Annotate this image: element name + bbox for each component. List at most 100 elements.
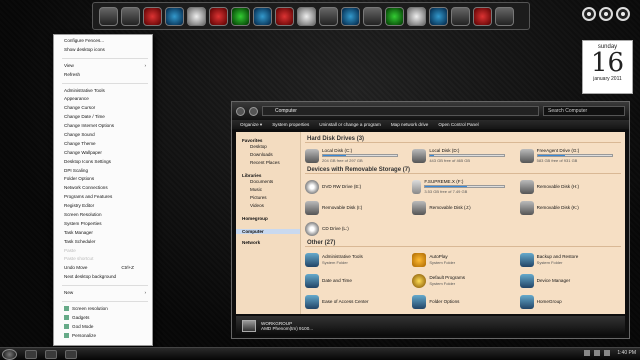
dock-app-icon[interactable]	[407, 6, 426, 26]
back-icon[interactable]	[236, 106, 245, 116]
drive-item[interactable]: Removable Disk (K:)	[519, 198, 621, 217]
tray-icon[interactable]	[584, 350, 591, 356]
drive-item[interactable]: DVD RW Drive (E:)	[305, 177, 406, 196]
nav-network[interactable]: Network	[236, 240, 300, 245]
nav-item[interactable]: Documents	[236, 178, 300, 186]
menu-item[interactable]: Folder Options	[54, 175, 152, 184]
nav-item[interactable]: Downloads	[236, 151, 300, 159]
menu-item[interactable]: Undo Move Ctrl+Z	[54, 264, 152, 273]
address-bar[interactable]: Computer	[262, 106, 539, 116]
forward-icon[interactable]	[249, 106, 258, 116]
command-button[interactable]: Open Control Panel	[438, 122, 478, 127]
start-orb-icon[interactable]	[2, 348, 17, 360]
dock-app-icon[interactable]	[253, 6, 272, 26]
menu-item[interactable]: Desktop Icons Settings	[54, 158, 152, 167]
group-header-hdd[interactable]: Hard Disk Drives (3)	[305, 136, 621, 143]
dock-app-icon[interactable]	[473, 6, 492, 26]
drive-item[interactable]: Removable Disk (J:)	[412, 198, 513, 217]
drive-item[interactable]: Date and Time	[305, 271, 406, 290]
menu-item[interactable]: Gadgets	[54, 314, 152, 323]
drive-item[interactable]: Ease of Access Center	[305, 292, 406, 311]
dock-app-icon[interactable]	[187, 6, 206, 26]
drive-item[interactable]: Removable Disk (I:)	[305, 198, 406, 217]
taskbar-app-icon[interactable]	[25, 349, 37, 359]
drive-item[interactable]: Local Disk (D:) 443 GB free of 465 GB	[412, 146, 513, 165]
dock-app-icon[interactable]	[143, 6, 162, 26]
drive-item[interactable]: Device Manager	[519, 271, 621, 290]
menu-item[interactable]: Screen resolution	[54, 305, 152, 314]
menu-item[interactable]: New	[54, 289, 152, 298]
group-header-other[interactable]: Other (27)	[305, 240, 621, 247]
nav-item[interactable]: Desktop	[236, 143, 300, 151]
dock-app-icon[interactable]	[319, 6, 338, 26]
taskbar-app-icon[interactable]	[45, 349, 57, 359]
menu-item[interactable]: Task Scheduler	[54, 238, 152, 247]
settings-circle-icon[interactable]	[616, 7, 630, 21]
nav-item[interactable]: Recent Places	[236, 159, 300, 167]
menu-item[interactable]: Change Wallpaper	[54, 149, 152, 158]
dock-app-icon[interactable]	[99, 6, 118, 26]
menu-item[interactable]: Change Sound	[54, 131, 152, 140]
menu-item[interactable]: Registry Editor	[54, 202, 152, 211]
command-button[interactable]: System properties	[272, 122, 309, 127]
drive-item[interactable]: HomeGroup	[519, 292, 621, 311]
menu-item[interactable]: System Properties	[54, 220, 152, 229]
menu-item[interactable]: DPI Scaling	[54, 167, 152, 176]
dock-app-icon[interactable]	[385, 6, 404, 26]
drive-item[interactable]: FreeAgent Drive (G:) 583 GB free of 931 G…	[519, 146, 621, 165]
dock-app-icon[interactable]	[451, 6, 470, 26]
dock-app-icon[interactable]	[209, 6, 228, 26]
menu-item[interactable]: Screen Resolution	[54, 211, 152, 220]
nav-item[interactable]: Videos	[236, 202, 300, 210]
command-button[interactable]: Uninstall or change a program	[319, 122, 381, 127]
dock-app-icon[interactable]	[341, 6, 360, 26]
dock-app-icon[interactable]	[275, 6, 294, 26]
drive-item[interactable]: CD Drive (L:)	[305, 219, 406, 238]
menu-item[interactable]: View	[54, 62, 152, 71]
menu-item[interactable]: Personalize	[54, 332, 152, 341]
drive-item[interactable]: Default Programs System Folder	[412, 271, 513, 290]
nav-homegroup[interactable]: Homegroup	[236, 216, 300, 221]
menu-item[interactable]: Change Internet Options	[54, 122, 152, 131]
taskbar-app-icon[interactable]	[65, 349, 77, 359]
menu-item[interactable]: Configure Fences...	[54, 37, 152, 46]
menu-item[interactable]: Show desktop icons	[54, 46, 152, 55]
menu-item[interactable]: Programs and Features	[54, 193, 152, 202]
menu-item[interactable]: Change Date / Time	[54, 113, 152, 122]
tray-icon[interactable]	[594, 350, 601, 356]
dock-app-icon[interactable]	[121, 6, 140, 26]
menu-item[interactable]: Change Theme	[54, 140, 152, 149]
menu-item[interactable]: Task Manager	[54, 229, 152, 238]
tray-icon[interactable]	[604, 350, 611, 356]
dock-app-icon[interactable]	[231, 6, 250, 26]
settings-circle-icon[interactable]	[582, 7, 596, 21]
menu-item[interactable]: Appearance	[54, 95, 152, 104]
command-button[interactable]: Organize ▾	[240, 122, 262, 128]
menu-item[interactable]: Next desktop background	[54, 273, 152, 282]
command-button[interactable]: Map network drive	[391, 122, 429, 127]
drive-item[interactable]: Removable Disk (H:)	[519, 177, 621, 196]
dock-app-icon[interactable]	[429, 6, 448, 26]
menu-item[interactable]: God Mode	[54, 323, 152, 332]
menu-item[interactable]: Refresh	[54, 71, 152, 80]
nav-item[interactable]: Pictures	[236, 194, 300, 202]
menu-item[interactable]: Change Cursor	[54, 104, 152, 113]
drive-item[interactable]: F.SUPREME.X (F:) 3.53 GB free of 7.49 GB	[412, 177, 513, 196]
taskbar-clock[interactable]: 1:40 PM	[617, 350, 636, 356]
nav-computer[interactable]: Computer	[236, 229, 300, 234]
settings-circle-icon[interactable]	[599, 7, 613, 21]
drive-item[interactable]: Administrative Tools System Folder	[305, 250, 406, 269]
drive-item[interactable]: AutoPlay System Folder	[412, 250, 513, 269]
search-input[interactable]: Search Computer	[543, 106, 625, 116]
menu-item[interactable]: Administrative Tools	[54, 87, 152, 96]
drive-item[interactable]: Folder Options	[412, 292, 513, 311]
dock-app-icon[interactable]	[495, 6, 514, 26]
dock-app-icon[interactable]	[363, 6, 382, 26]
nav-item[interactable]: Music	[236, 186, 300, 194]
dock-app-icon[interactable]	[165, 6, 184, 26]
drive-item[interactable]: Backup and Restore System Folder	[519, 250, 621, 269]
menu-item[interactable]: Network Connections	[54, 184, 152, 193]
drive-item[interactable]: Local Disk (C:) 204 GB free of 297 GB	[305, 146, 406, 165]
dock-app-icon[interactable]	[297, 6, 316, 26]
group-header-removable[interactable]: Devices with Removable Storage (7)	[305, 167, 621, 174]
